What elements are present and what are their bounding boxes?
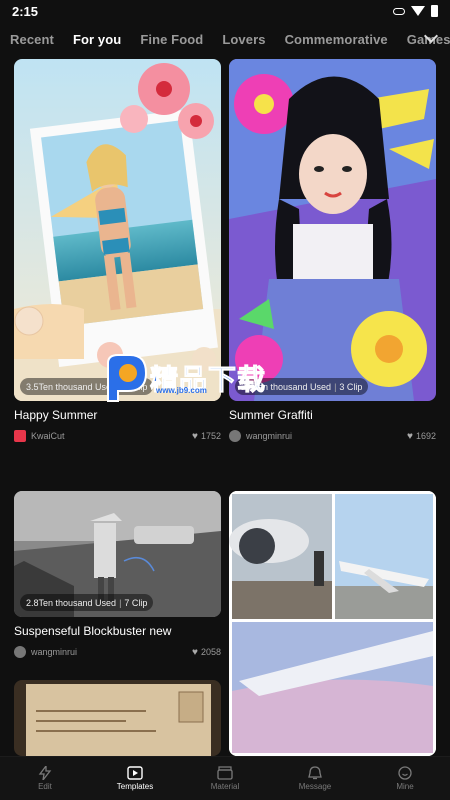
likes: ♥ 1692 [407, 431, 436, 442]
like-count: 1752 [200, 431, 221, 441]
like-count: 2058 [200, 647, 221, 657]
template-thumbnail[interactable]: 2.9Ten thousand Used | 3 Clip [229, 59, 436, 401]
watermark: 精品下载 www.jb9.com [100, 353, 266, 403]
author[interactable]: KwaiCut [14, 430, 65, 442]
author[interactable]: wangminrui [14, 646, 77, 658]
author-name: KwaiCut [31, 431, 65, 441]
author-name: wangminrui [31, 647, 78, 657]
vintage-letter-image [14, 680, 221, 756]
avatar [14, 646, 26, 658]
status-bar: 2:15 [0, 0, 450, 22]
tab-recent[interactable]: Recent [10, 32, 54, 47]
template-card[interactable] [229, 491, 436, 756]
author-name: wangminrui [246, 431, 293, 441]
likes: ♥ 2058 [192, 647, 221, 658]
status-icons [393, 5, 438, 17]
bottom-nav: Edit Templates Material Message Mine [0, 756, 450, 800]
watermark-url: www.jb9.com [156, 386, 207, 395]
lightning-icon [38, 766, 52, 780]
template-thumbnail[interactable]: 3.5Ten thousand Used | 5 Clip [14, 59, 221, 401]
tab-lovers[interactable]: Lovers [222, 32, 265, 47]
nav-edit[interactable]: Edit [0, 757, 90, 800]
template-thumbnail[interactable]: 2.8Ten thousand Used | 7 Clip [14, 491, 221, 617]
brand-logo-icon [107, 354, 148, 402]
template-title: Happy Summer [14, 408, 98, 422]
vpn-key-icon [393, 7, 405, 15]
usage-badge: 2.8Ten thousand Used | 7 Clip [20, 594, 154, 611]
kwaicut-logo-icon [14, 430, 26, 442]
template-card[interactable] [14, 680, 221, 756]
heart-icon: ♥ [192, 430, 198, 442]
nav-message-label: Message [298, 782, 332, 791]
airplane-collage-image [229, 491, 436, 756]
template-title: Suspenseful Blockbuster new [14, 624, 172, 638]
template-thumbnail[interactable] [229, 491, 436, 756]
badge-separator: | [119, 597, 122, 608]
clock: 2:15 [12, 3, 39, 19]
tab-commemorative[interactable]: Commemorative [285, 32, 388, 47]
nav-mine[interactable]: Mine [360, 757, 450, 800]
heart-icon: ♥ [192, 646, 198, 658]
avatar [229, 430, 241, 442]
summer-photo-image [14, 59, 221, 401]
tab-for-you[interactable]: For you [73, 32, 121, 47]
nav-material-label: Material [210, 782, 240, 791]
nav-message[interactable]: Message [270, 757, 360, 800]
clip-count: 7 Clip [124, 597, 148, 608]
like-count: 1692 [415, 431, 436, 441]
wifi-icon [411, 6, 425, 16]
heart-icon: ♥ [407, 430, 413, 442]
template-card[interactable]: 2.8Ten thousand Used | 7 Clip Suspensefu… [14, 491, 221, 658]
template-thumbnail[interactable] [14, 680, 221, 756]
likes: ♥ 1752 [192, 431, 221, 442]
play-box-icon [127, 766, 143, 780]
graffiti-portrait-image [229, 59, 436, 401]
clapper-icon [217, 766, 233, 780]
badge-separator: | [334, 381, 337, 392]
nav-material[interactable]: Material [180, 757, 270, 800]
bell-icon [308, 766, 322, 780]
usage-count: 2.8Ten thousand Used [26, 597, 117, 608]
category-tabs: Recent For you Fine Food Lovers Commemor… [0, 24, 450, 54]
battery-icon [431, 5, 438, 17]
clip-count: 3 Clip [339, 381, 363, 392]
nav-mine-label: Mine [396, 782, 414, 791]
nav-templates-label: Templates [116, 782, 154, 791]
template-meta: KwaiCut ♥ 1752 [14, 430, 221, 442]
nav-edit-label: Edit [38, 782, 52, 791]
template-meta: wangminrui ♥ 1692 [229, 430, 436, 442]
nav-templates[interactable]: Templates [90, 757, 180, 800]
template-title: Summer Graffiti [229, 408, 313, 422]
author[interactable]: wangminrui [229, 430, 292, 442]
template-meta: wangminrui ♥ 2058 [14, 646, 221, 658]
tab-fine-food[interactable]: Fine Food [140, 32, 203, 47]
smiley-icon [398, 766, 412, 780]
